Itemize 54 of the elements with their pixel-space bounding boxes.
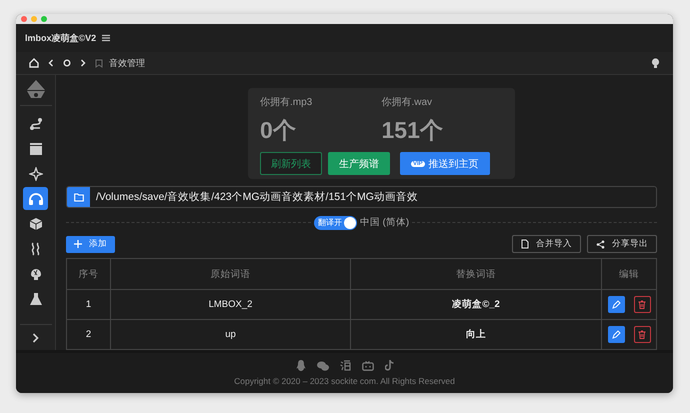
sidebar-item[interactable] (23, 187, 48, 210)
column-header: 替换词语 (350, 258, 602, 290)
share-icon (596, 240, 605, 248)
music-note-icon[interactable] (384, 360, 394, 371)
cube-icon (28, 216, 42, 230)
copyright-text: Copyright © 2020 – 2023 sockite com. All Rights Reserved (234, 376, 455, 386)
table-cell: 1 (66, 290, 110, 320)
stat-label: 你拥有.mp3 (260, 96, 314, 109)
merge-import-button[interactable]: 合并导入 (512, 235, 581, 253)
route-icon (28, 116, 42, 130)
translate-toggle[interactable]: 翻译开 (314, 216, 358, 230)
menu-icon[interactable] (102, 34, 110, 42)
expand-chevron-icon[interactable] (32, 332, 39, 342)
breadcrumb: 音效管理 (109, 56, 145, 70)
chat-bubbles-icon[interactable] (316, 360, 328, 370)
stat-value: 0个 (260, 116, 297, 145)
edit-button[interactable] (608, 326, 624, 343)
pencil-icon (612, 330, 620, 339)
edit-button[interactable] (608, 296, 624, 313)
column-header: 编辑 (602, 258, 656, 290)
sparkle-icon (28, 166, 42, 180)
penguin-icon[interactable] (296, 360, 306, 371)
column-header: 序号 (66, 258, 110, 290)
trash-icon (638, 300, 646, 309)
trash-icon (638, 330, 646, 339)
home-icon[interactable] (29, 58, 39, 68)
table-cell: 凌萌盒©_2 (350, 290, 602, 320)
refresh-list-button[interactable]: 刷新列表 (260, 152, 322, 175)
plus-icon (74, 240, 82, 248)
delete-button[interactable] (634, 296, 650, 313)
add-button[interactable]: 添加 (66, 236, 115, 252)
stat-label: 你拥有.wav (382, 96, 434, 109)
lightbulb-icon[interactable] (651, 58, 660, 68)
flask-icon (28, 292, 42, 306)
back-icon[interactable] (48, 59, 54, 67)
app-title: lmbox凌萌盒©V2 (25, 32, 96, 44)
tv-icon[interactable] (362, 360, 374, 370)
stat-value: 151个 (382, 116, 444, 145)
table-cell: LMBOX_2 (110, 290, 350, 320)
path-field[interactable]: /Volumes/save/音效收集/423个MG动画音效素材/151个MG动画音效 (66, 186, 657, 208)
logo-icon (24, 80, 46, 100)
bookmark-icon[interactable] (95, 58, 103, 68)
share-export-button[interactable]: 分享导出 (587, 235, 657, 253)
clapperboard-icon (28, 142, 42, 156)
headphones-icon (28, 192, 44, 206)
file-import-icon (521, 239, 529, 249)
forward-icon[interactable] (80, 59, 86, 67)
generate-spectrum-button[interactable]: 生产频谱 (328, 152, 390, 175)
pencil-icon (612, 300, 620, 309)
delete-button[interactable] (634, 326, 650, 343)
reload-icon[interactable] (63, 59, 71, 67)
column-header: 原始词语 (110, 258, 350, 290)
folder-icon[interactable] (74, 192, 84, 202)
language-label: 中国 (简体) (360, 216, 409, 230)
